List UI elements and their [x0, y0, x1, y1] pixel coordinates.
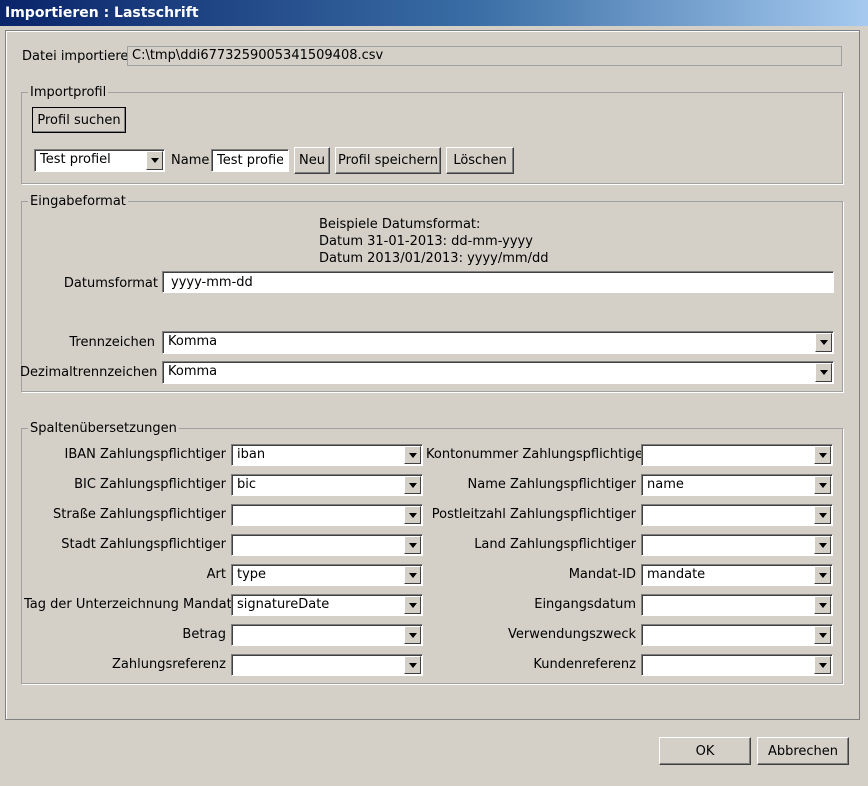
column-select-value: type	[237, 567, 267, 582]
column-label-right-0: Kontonummer Zahlungspflichtiger	[426, 447, 649, 462]
chevron-down-icon[interactable]	[404, 476, 421, 494]
chevron-down-icon[interactable]	[404, 626, 421, 644]
chevron-down-icon[interactable]	[815, 363, 832, 382]
decimal-separator-label: Dezimaltrennzeichen	[20, 365, 158, 380]
input-format-legend: Eingabeformat	[30, 194, 126, 209]
chevron-down-icon[interactable]	[814, 446, 831, 464]
column-label-left-4: Art	[206, 567, 226, 582]
chevron-down-icon[interactable]	[815, 333, 832, 352]
column-select-right-7[interactable]	[641, 654, 833, 676]
column-label-left-2: Straße Zahlungspflichtiger	[53, 507, 226, 522]
file-path: C:\tmp\ddi6773259005341509408.csv	[127, 46, 842, 66]
import-profile-legend: Importprofil	[30, 85, 107, 100]
decimal-separator-select[interactable]: Komma	[162, 361, 834, 384]
column-label-left-6: Betrag	[182, 627, 226, 642]
ok-button[interactable]: OK	[659, 737, 751, 765]
date-format-input[interactable]	[162, 271, 834, 293]
column-label-left-1: BIC Zahlungspflichtiger	[74, 477, 226, 492]
chevron-down-icon[interactable]	[146, 151, 163, 170]
profile-select[interactable]: Test profiel	[34, 149, 165, 172]
column-select-right-3[interactable]	[641, 534, 833, 556]
column-label-right-2: Postleitzahl Zahlungspflichtiger	[431, 507, 636, 522]
column-select-left-0[interactable]: iban	[231, 444, 423, 466]
new-profile-button[interactable]: Neu	[294, 147, 330, 174]
column-select-right-1[interactable]: name	[641, 474, 833, 496]
column-label-right-5: Eingangsdatum	[534, 597, 636, 612]
column-label-left-0: IBAN Zahlungspflichtiger	[64, 447, 226, 462]
delete-profile-button[interactable]: Löschen	[446, 147, 514, 174]
column-select-right-5[interactable]	[641, 594, 833, 616]
column-mapping-legend: Spaltenübersetzungen	[30, 421, 177, 436]
chevron-down-icon[interactable]	[814, 476, 831, 494]
column-select-value: name	[647, 477, 684, 492]
date-format-label: Datumsformat	[63, 276, 158, 291]
column-label-right-7: Kundenreferenz	[533, 657, 636, 672]
column-select-value: mandate	[647, 567, 706, 582]
chevron-down-icon[interactable]	[404, 536, 421, 554]
chevron-down-icon[interactable]	[404, 566, 421, 584]
column-select-value: iban	[237, 447, 266, 462]
chevron-down-icon[interactable]	[814, 566, 831, 584]
date-format-example-1: Datum 31-01-2013: dd-mm-yyyy	[319, 234, 533, 249]
column-label-right-3: Land Zahlungspflichtiger	[474, 537, 636, 552]
chevron-down-icon[interactable]	[814, 656, 831, 674]
chevron-down-icon[interactable]	[814, 506, 831, 524]
chevron-down-icon[interactable]	[814, 596, 831, 614]
column-label-right-4: Mandat-ID	[568, 567, 636, 582]
column-select-right-2[interactable]	[641, 504, 833, 526]
cancel-button[interactable]: Abbrechen	[757, 737, 849, 765]
column-select-left-5[interactable]: signatureDate	[231, 594, 423, 616]
column-label-right-1: Name Zahlungspflichtiger	[467, 477, 636, 492]
column-select-right-6[interactable]	[641, 624, 833, 646]
column-select-left-4[interactable]: type	[231, 564, 423, 586]
column-select-left-3[interactable]	[231, 534, 423, 556]
separator-label: Trennzeichen	[69, 335, 155, 350]
decimal-separator-value: Komma	[168, 364, 218, 379]
column-select-left-1[interactable]: bic	[231, 474, 423, 496]
chevron-down-icon[interactable]	[404, 506, 421, 524]
chevron-down-icon[interactable]	[404, 596, 421, 614]
column-select-value: bic	[237, 477, 257, 492]
column-select-left-6[interactable]	[231, 624, 423, 646]
search-profile-button[interactable]: Profil suchen	[32, 107, 126, 133]
chevron-down-icon[interactable]	[404, 446, 421, 464]
profile-name-label: Name	[171, 153, 210, 168]
column-label-left-5: Tag der Unterzeichnung Mandat	[24, 597, 232, 612]
column-select-value: signatureDate	[237, 597, 330, 612]
chevron-down-icon[interactable]	[814, 536, 831, 554]
profile-name-input[interactable]	[211, 149, 289, 172]
separator-value: Komma	[168, 334, 218, 349]
column-label-left-3: Stadt Zahlungspflichtiger	[61, 537, 226, 552]
column-select-left-7[interactable]	[231, 654, 423, 676]
column-select-left-2[interactable]	[231, 504, 423, 526]
chevron-down-icon[interactable]	[404, 656, 421, 674]
window-title: Importieren : Lastschrift	[0, 0, 868, 26]
save-profile-button[interactable]: Profil speichern	[335, 147, 441, 174]
column-select-right-0[interactable]	[641, 444, 833, 466]
column-select-right-4[interactable]: mandate	[641, 564, 833, 586]
profile-select-value: Test profiel	[40, 152, 111, 167]
column-label-right-6: Verwendungszweck	[508, 627, 636, 642]
date-format-examples-title: Beispiele Datumsformat:	[319, 217, 481, 232]
separator-select[interactable]: Komma	[162, 331, 834, 354]
column-label-left-7: Zahlungsreferenz	[112, 657, 226, 672]
date-format-example-2: Datum 2013/01/2013: yyyy/mm/dd	[319, 251, 549, 266]
file-label: Datei importieren	[22, 49, 137, 64]
chevron-down-icon[interactable]	[814, 626, 831, 644]
